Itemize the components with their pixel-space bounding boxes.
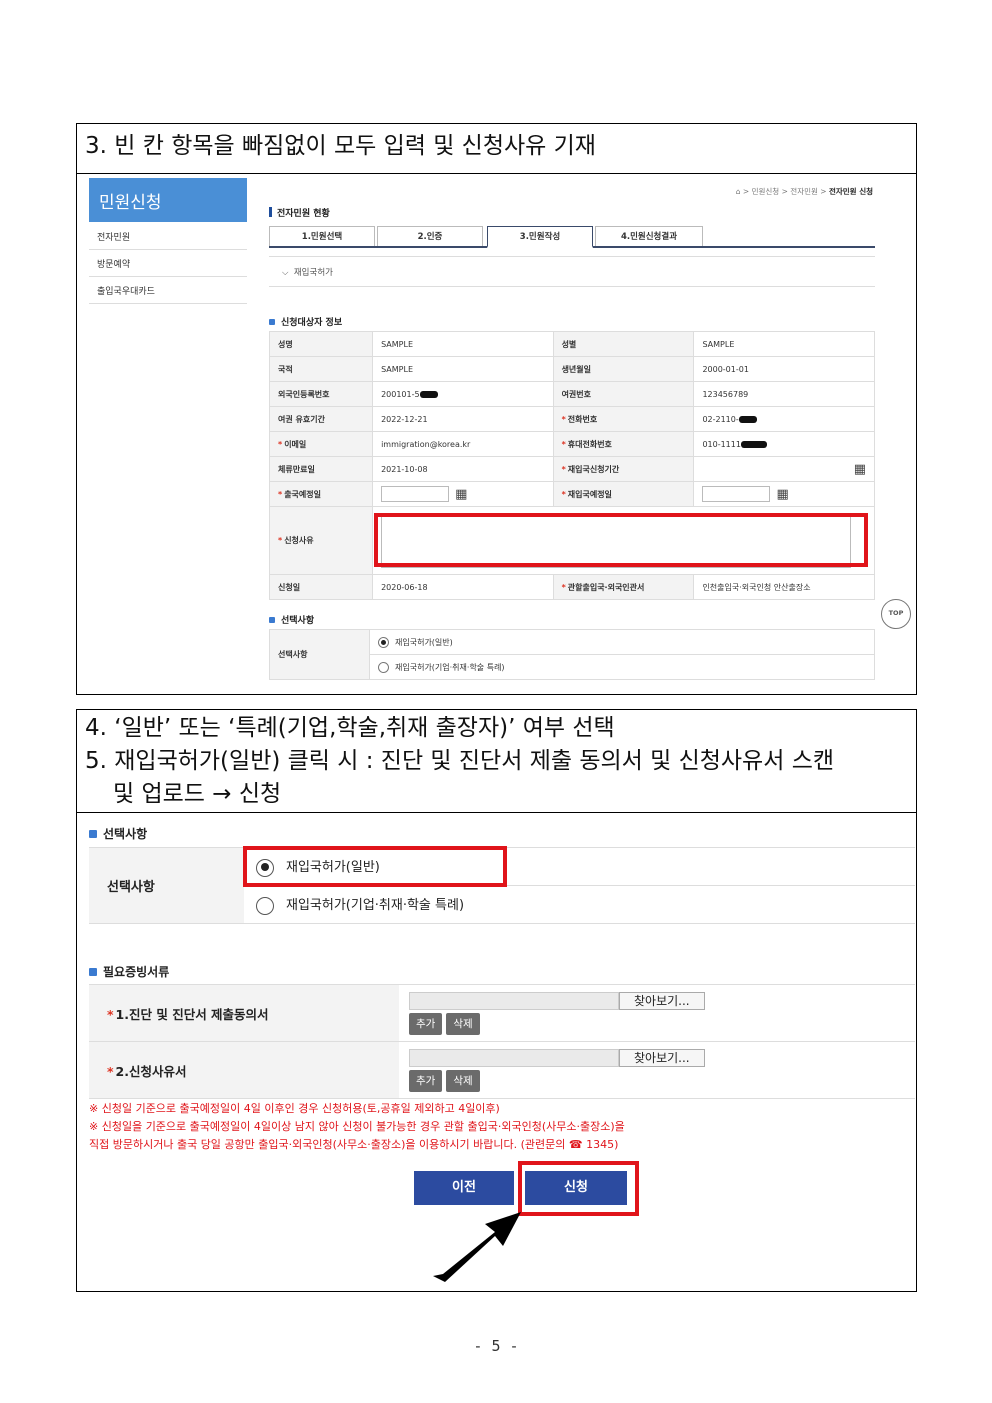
sidebar-item-e-civil[interactable]: 전자민원 — [89, 224, 247, 250]
applicant-section-title: 신청대상자 정보 — [269, 315, 342, 328]
breadcrumb-item[interactable]: 전자민원 — [790, 187, 818, 196]
home-icon[interactable]: ⌂ — [736, 187, 741, 196]
tab-select[interactable]: 1.민원선택 — [269, 226, 375, 246]
highlight-submit — [518, 1161, 639, 1216]
masked-value — [740, 440, 767, 448]
table-row: * 이메일 immigration@korea.kr * 휴대전화번호 010-11… — [268, 431, 875, 457]
chevron-down-icon: ⌵ — [282, 268, 289, 278]
page-title: 전자민원 현황 — [269, 206, 330, 219]
sidebar-item-visit-reservation[interactable]: 방문예약 — [89, 251, 247, 277]
delete-button[interactable]: 삭제 — [446, 1069, 480, 1092]
sidebar-item-priority-card[interactable]: 출입국우대카드 — [89, 278, 247, 304]
highlight-reason — [374, 513, 868, 567]
collapse-toggle[interactable]: ⌵ 재입국허가 — [282, 266, 333, 278]
breadcrumb: ⌂ > 민원신청 > 전자민원 > 전자민원 신청 — [735, 187, 873, 196]
table-row: 성명 SAMPLE 성별 SAMPLE — [268, 331, 875, 357]
table-row: * 1.진단 및 진단서 제출동의서 찾아보기... 추가 삭제 — [89, 984, 915, 1042]
masked-value — [419, 390, 438, 398]
prev-button[interactable]: 이전 — [414, 1171, 514, 1205]
choice-section-title: 선택사항 — [89, 825, 147, 842]
screenshot-documents-form: 선택사항 선택사항 재입국허가(일반) 재입국허가(기업·취재·학술 특례) 필… — [77, 813, 915, 1291]
phone-field[interactable]: 02-2110- — [693, 406, 875, 432]
highlight-general — [243, 846, 507, 887]
reentry-date-input[interactable] — [702, 486, 771, 502]
divider — [269, 256, 875, 257]
tab-result[interactable]: 4.민원신청결과 — [595, 226, 703, 246]
sidebar-title: 민원신청 — [89, 178, 247, 222]
breadcrumb-item[interactable]: 민원신청 — [752, 187, 780, 196]
calendar-icon[interactable]: ▦ — [854, 462, 866, 477]
step45-box: 4. ‘일반’ 또는 ‘특례(기업,학술,취재 출장자)’ 여부 선택 5. 재… — [76, 709, 917, 1292]
choice-table: 선택사항 재입국허가(일반) 재입국허가(기업·취재·학술 특례) — [269, 629, 875, 680]
top-button[interactable]: TOP — [881, 599, 911, 629]
browse-button[interactable]: 찾아보기... — [619, 1048, 705, 1067]
arrow-pointer-icon — [433, 1212, 521, 1282]
choice-section-title: 선택사항 — [269, 613, 314, 626]
calendar-icon[interactable]: ▦ — [776, 487, 788, 502]
step3-box: 3. 빈 칸 항목을 빠짐없이 모두 입력 및 신청사유 기재 민원신청 전자민… — [76, 123, 917, 695]
step3-title: 3. 빈 칸 항목을 빠짐없이 모두 입력 및 신청사유 기재 — [77, 124, 916, 174]
mobile-field[interactable]: 010-1111 — [693, 431, 875, 457]
step5-line-cont: 및 업로드 → 신청 — [113, 781, 282, 807]
file-path-input[interactable] — [409, 991, 619, 1010]
browse-button[interactable]: 찾아보기... — [619, 991, 705, 1010]
notice-text: ※ 신청일 기준으로 출국예정일이 4일 이후인 경우 신청허용(토,공휴일 제… — [89, 1102, 625, 1151]
add-button[interactable]: 추가 — [409, 1069, 443, 1092]
departure-date-input[interactable] — [381, 486, 450, 502]
step5-line: 5. 재입국허가(일반) 클릭 시 : 진단 및 진단서 제출 동의서 및 신청… — [85, 748, 835, 774]
masked-value — [738, 415, 757, 423]
docs-table: * 1.진단 및 진단서 제출동의서 찾아보기... 추가 삭제 * 2.신청사유서 … — [89, 984, 915, 1099]
table-row: 외국인등록번호 200101-5 여권번호 123456789 — [268, 381, 875, 407]
divider — [269, 286, 875, 287]
step4-line: 4. ‘일반’ 또는 ‘특례(기업,학술,취재 출장자)’ 여부 선택 — [85, 715, 615, 741]
table-row: 체류만료일 2021-10-08 * 재입국신청기간 ▦ — [268, 456, 875, 482]
breadcrumb-current: 전자민원 신청 — [828, 187, 873, 196]
table-row: 국적 SAMPLE 생년월일 2000-01-01 — [268, 356, 875, 382]
table-row: * 출국예정일 ▦ * 재입국예정일 ▦ — [268, 481, 875, 507]
radio-checked-icon — [378, 636, 389, 648]
radio-special[interactable]: 재입국허가(기업·취재·학술 특례) — [369, 654, 875, 680]
step45-title: 4. ‘일반’ 또는 ‘특례(기업,학술,취재 출장자)’ 여부 선택 5. 재… — [77, 710, 916, 813]
screenshot-application-form: 민원신청 전자민원 방문예약 출입국우대카드 ⌂ > 민원신청 > 전자민원 >… — [77, 174, 915, 694]
radio-empty-icon — [256, 896, 274, 915]
calendar-icon[interactable]: ▦ — [455, 487, 467, 502]
delete-button[interactable]: 삭제 — [446, 1012, 480, 1035]
page-number: - 5 - — [473, 1337, 519, 1355]
table-row: * 2.신청사유서 찾아보기... 추가 삭제 — [89, 1041, 915, 1099]
table-row: 신청일 2020-06-18 * 관할출입국·외국인관서 인천출입국·외국인청 안… — [268, 574, 875, 600]
email-field[interactable]: immigration@korea.kr — [372, 431, 554, 457]
docs-section-title: 필요증빙서류 — [89, 963, 169, 980]
step-tabs: 1.민원선택 2.인증 3.민원작성 4.민원신청결과 — [269, 226, 875, 248]
tab-write[interactable]: 3.민원작성 — [487, 226, 593, 248]
tab-auth[interactable]: 2.인증 — [377, 226, 483, 246]
radio-general[interactable]: 재입국허가(일반) — [369, 629, 875, 655]
table-row: 여권 유효기간 2022-12-21 * 전화번호 02-2110- — [268, 406, 875, 432]
add-button[interactable]: 추가 — [409, 1012, 443, 1035]
file-path-input[interactable] — [409, 1048, 619, 1067]
radio-empty-icon — [378, 661, 389, 673]
radio-special[interactable]: 재입국허가(기업·취재·학술 특례) — [244, 885, 915, 924]
